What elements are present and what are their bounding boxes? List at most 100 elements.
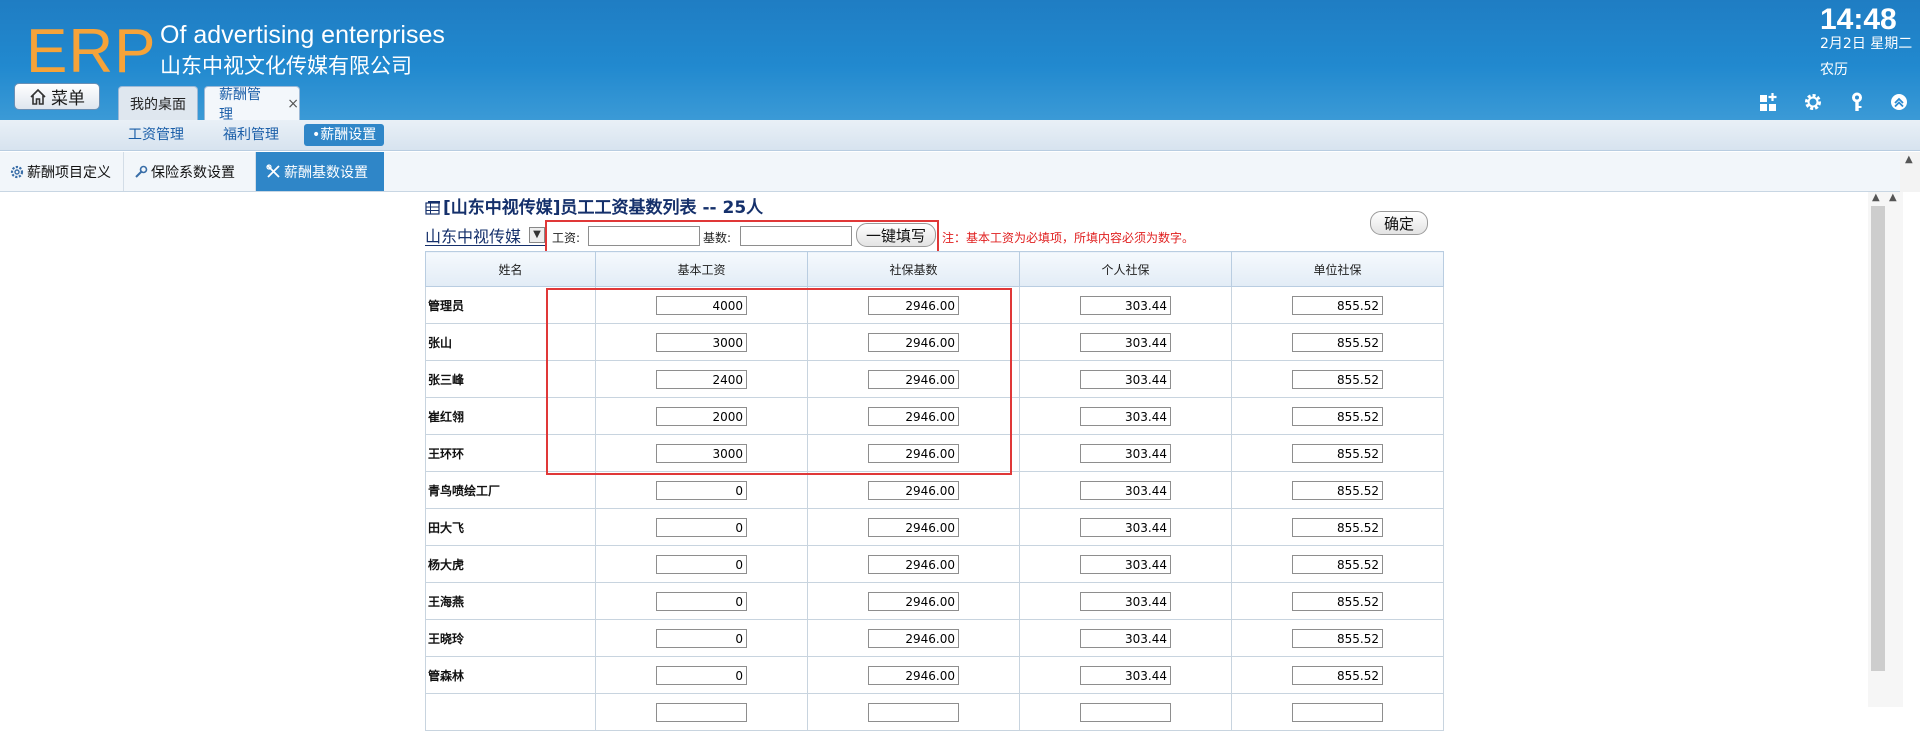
company-insurance-input[interactable]	[1292, 518, 1383, 538]
social-base-input[interactable]	[868, 481, 959, 501]
company-select[interactable]: 山东中视传媒 ▼	[425, 224, 547, 246]
column-header-company-insurance: 单位社保	[1231, 251, 1444, 287]
base-salary-input[interactable]	[656, 296, 747, 316]
social-base-input[interactable]	[868, 370, 959, 390]
app-header: ERP Of advertising enterprises 山东中视文化传媒有…	[0, 0, 1920, 123]
subnav-item-welfare[interactable]: 福利管理	[215, 124, 287, 146]
table-cell	[595, 656, 808, 694]
company-name-cn: 山东中视文化传媒有限公司	[160, 54, 412, 78]
social-base-input[interactable]	[868, 703, 959, 723]
scroll-thumb[interactable]	[1871, 206, 1885, 671]
social-base-input[interactable]	[868, 555, 959, 575]
table-cell	[595, 693, 808, 731]
company-insurance-input[interactable]	[1292, 703, 1383, 723]
key-icon[interactable]	[1846, 91, 1868, 113]
table-cell	[807, 545, 1020, 583]
company-insurance-input[interactable]	[1292, 407, 1383, 427]
menu-label: 菜单	[51, 89, 85, 109]
social-base-input[interactable]	[868, 592, 959, 612]
company-insurance-input[interactable]	[1292, 666, 1383, 686]
table-cell	[1231, 582, 1444, 620]
scroll-up-icon[interactable]: ▲	[1905, 154, 1913, 165]
personal-insurance-input[interactable]	[1080, 444, 1171, 464]
table-cell	[595, 323, 808, 361]
tab-label: 我的桌面	[130, 96, 186, 113]
tab-label: 薪酬基数设置	[284, 164, 368, 181]
one-click-fill-button[interactable]: 一键填写	[856, 223, 936, 247]
base-salary-input[interactable]	[656, 481, 747, 501]
table-cell	[807, 656, 1020, 694]
personal-insurance-input[interactable]	[1080, 481, 1171, 501]
confirm-button[interactable]: 确定	[1370, 211, 1428, 235]
company-insurance-input[interactable]	[1292, 592, 1383, 612]
social-base-input[interactable]	[868, 518, 959, 538]
subnav-item-salary-settings[interactable]: •薪酬设置	[304, 124, 385, 146]
add-widget-icon[interactable]	[1758, 91, 1780, 113]
social-base-input[interactable]	[868, 666, 959, 686]
tab-insurance-coefficient[interactable]: 保险系数设置	[124, 152, 256, 191]
company-insurance-input[interactable]	[1292, 333, 1383, 353]
base-input[interactable]	[740, 226, 852, 246]
menu-button[interactable]: 菜单	[14, 83, 100, 110]
personal-insurance-input[interactable]	[1080, 407, 1171, 427]
wage-input[interactable]	[588, 226, 700, 246]
table-row	[425, 693, 1444, 731]
table-row: 王环环	[425, 434, 1444, 472]
company-insurance-input[interactable]	[1292, 370, 1383, 390]
base-salary-input[interactable]	[656, 518, 747, 538]
employee-name: 王环环	[425, 434, 596, 472]
personal-insurance-input[interactable]	[1080, 296, 1171, 316]
social-base-input[interactable]	[868, 296, 959, 316]
personal-insurance-input[interactable]	[1080, 629, 1171, 649]
collapse-icon[interactable]	[1888, 91, 1910, 113]
base-salary-input[interactable]	[656, 592, 747, 612]
tab-salary-management[interactable]: 薪酬管理 ×	[204, 86, 300, 123]
gear-icon[interactable]	[1802, 91, 1824, 113]
social-base-input[interactable]	[868, 333, 959, 353]
scroll-up-icon[interactable]: ▲	[1872, 192, 1880, 203]
table-cell	[595, 286, 808, 324]
base-salary-input[interactable]	[656, 666, 747, 686]
base-salary-input[interactable]	[656, 703, 747, 723]
social-base-input[interactable]	[868, 407, 959, 427]
column-header-name: 姓名	[425, 251, 596, 287]
personal-insurance-input[interactable]	[1080, 666, 1171, 686]
employee-name: 王晓玲	[425, 619, 596, 657]
company-insurance-input[interactable]	[1292, 296, 1383, 316]
outer-scrollbar[interactable]: ▲	[1900, 152, 1920, 192]
base-salary-input[interactable]	[656, 555, 747, 575]
tab-my-desktop[interactable]: 我的桌面	[118, 86, 198, 120]
company-insurance-input[interactable]	[1292, 481, 1383, 501]
base-salary-input[interactable]	[656, 444, 747, 464]
employee-name: 青鸟喷绘工厂	[425, 471, 596, 509]
chevron-down-icon[interactable]: ▼	[529, 226, 545, 243]
table-cell	[1231, 693, 1444, 731]
social-base-input[interactable]	[868, 629, 959, 649]
personal-insurance-input[interactable]	[1080, 592, 1171, 612]
subnav-item-payroll[interactable]: 工资管理	[120, 124, 192, 146]
company-insurance-input[interactable]	[1292, 555, 1383, 575]
personal-insurance-input[interactable]	[1080, 370, 1171, 390]
base-salary-input[interactable]	[656, 333, 747, 353]
personal-insurance-input[interactable]	[1080, 518, 1171, 538]
company-insurance-input[interactable]	[1292, 444, 1383, 464]
tab-salary-base-settings[interactable]: 薪酬基数设置	[256, 152, 384, 191]
table-row: 青鸟喷绘工厂	[425, 471, 1444, 509]
column-header-base-salary: 基本工资	[595, 251, 808, 287]
personal-insurance-input[interactable]	[1080, 555, 1171, 575]
table-cell	[595, 508, 808, 546]
clock-date: 2月2日 星期二	[1820, 36, 1913, 52]
personal-insurance-input[interactable]	[1080, 703, 1171, 723]
base-salary-input[interactable]	[656, 629, 747, 649]
tab-salary-item-definition[interactable]: 薪酬项目定义	[0, 152, 124, 191]
base-salary-input[interactable]	[656, 370, 747, 390]
personal-insurance-input[interactable]	[1080, 333, 1171, 353]
table-cell	[1019, 545, 1232, 583]
scroll-up-icon[interactable]: ▲	[1889, 192, 1897, 203]
social-base-input[interactable]	[868, 444, 959, 464]
sub-navigation: 工资管理 福利管理 •薪酬设置	[0, 120, 1920, 151]
close-icon[interactable]: ×	[287, 96, 299, 112]
base-salary-input[interactable]	[656, 407, 747, 427]
company-insurance-input[interactable]	[1292, 629, 1383, 649]
lunar-date: 农历	[1820, 62, 1848, 78]
